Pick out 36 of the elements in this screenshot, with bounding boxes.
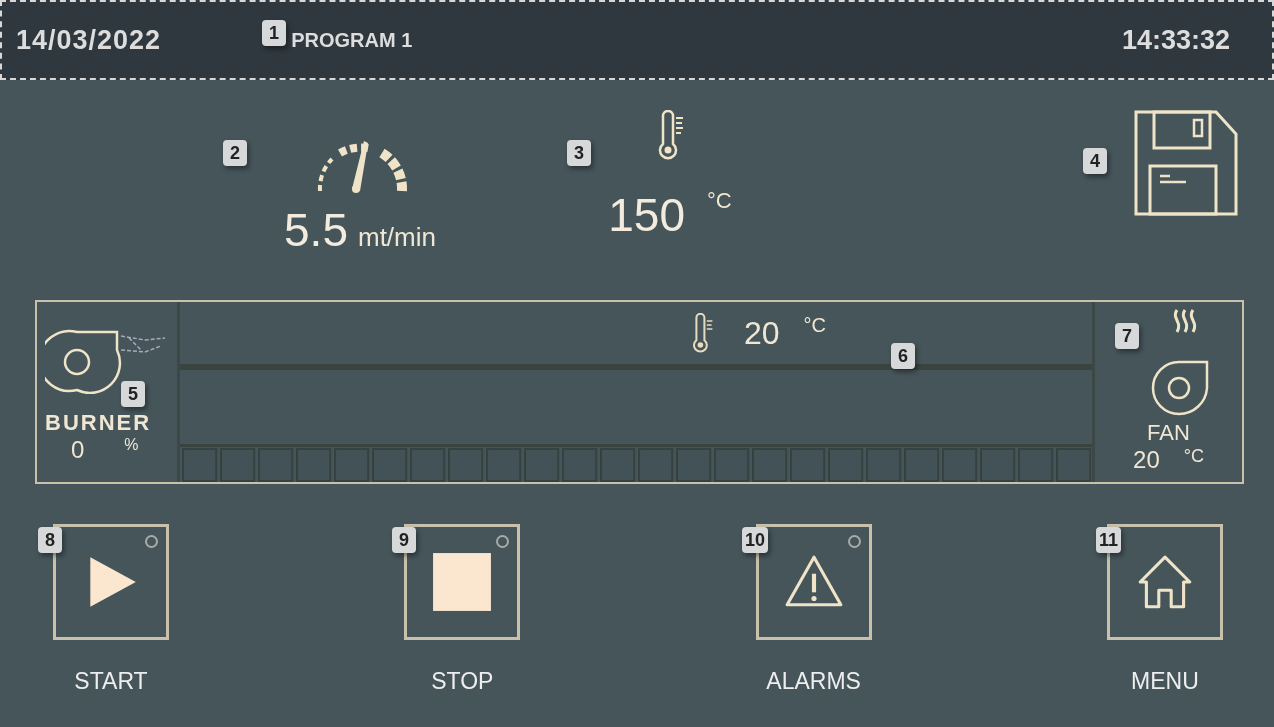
temperature-unit: °C bbox=[707, 188, 732, 214]
time-text: 14:33:32 bbox=[1121, 24, 1230, 56]
alarms-label: ALARMS bbox=[766, 668, 861, 695]
callout-number: 9 bbox=[392, 527, 416, 553]
burner-label: BURNER bbox=[45, 410, 153, 436]
start-button[interactable] bbox=[53, 524, 169, 640]
callout-number: 2 bbox=[223, 140, 247, 166]
start-label: START bbox=[74, 668, 148, 695]
indicator-led-icon bbox=[496, 535, 510, 548]
callout-number: 5 bbox=[121, 381, 145, 407]
stop-label: STOP bbox=[431, 668, 494, 695]
callout-number: 11 bbox=[1096, 527, 1122, 553]
oven-temperature-unit: °C bbox=[803, 314, 827, 337]
speed-value: 5.5 bbox=[284, 203, 348, 257]
fan-temperature-unit: °C bbox=[1183, 446, 1204, 467]
speed-unit: mt/min bbox=[357, 222, 436, 253]
callout-number: 1 bbox=[262, 20, 286, 46]
thermometer-icon bbox=[690, 313, 714, 354]
burner-value: 0 bbox=[71, 436, 85, 464]
oven-temperature-value: 20 bbox=[744, 314, 780, 352]
callout-number: 4 bbox=[1083, 148, 1107, 174]
program-name: PROGRAM 1 bbox=[291, 28, 413, 52]
callout-number: 8 bbox=[38, 527, 62, 553]
callout-number: 3 bbox=[567, 140, 591, 166]
date-text: 14/03/2022 bbox=[16, 24, 162, 56]
burner-unit: % bbox=[124, 436, 139, 454]
menu-label: MENU bbox=[1131, 668, 1199, 695]
indicator-led-icon bbox=[145, 535, 158, 548]
stop-icon bbox=[431, 551, 494, 613]
temperature-value: 150 bbox=[608, 188, 686, 242]
fan-temperature-value: 20 bbox=[1133, 446, 1160, 474]
callout-number: 6 bbox=[891, 343, 915, 369]
indicator-led-icon bbox=[847, 535, 861, 548]
fan-label: FAN bbox=[1147, 420, 1190, 446]
callout-number: 10 bbox=[742, 527, 769, 553]
callout-number: 7 bbox=[1115, 323, 1139, 349]
